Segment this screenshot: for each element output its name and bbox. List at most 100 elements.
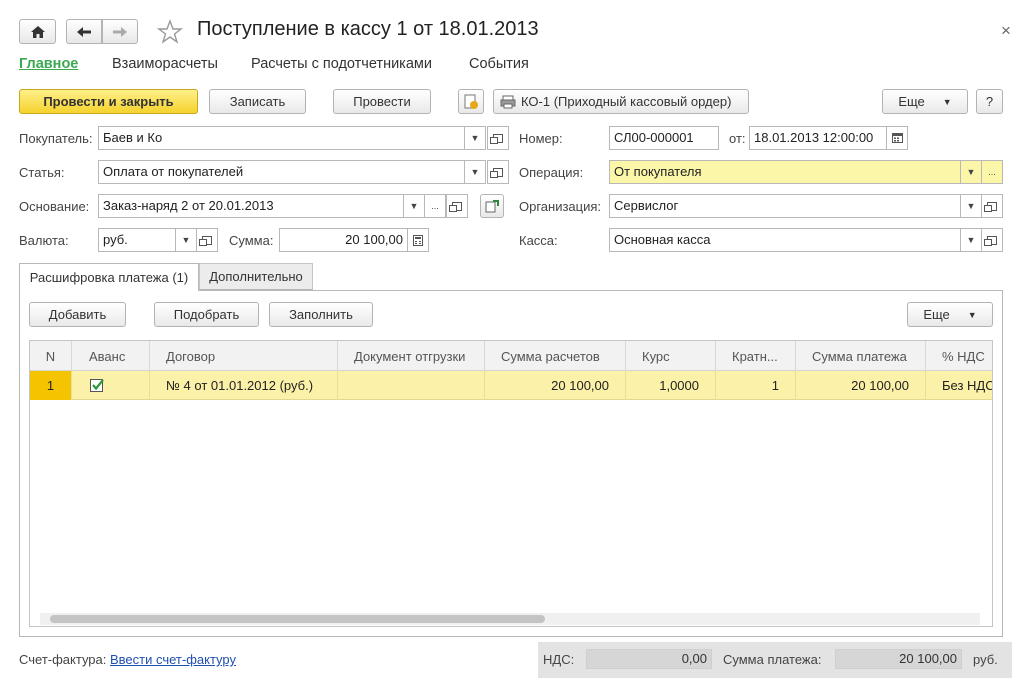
col-shipment-doc[interactable]: Документ отгрузки bbox=[338, 341, 485, 371]
operation-select[interactable]: ... bbox=[981, 160, 1003, 184]
article-dropdown[interactable]: ▼ bbox=[464, 160, 486, 184]
calendar-icon bbox=[891, 133, 903, 143]
organization-field[interactable]: Сервислог bbox=[609, 194, 961, 218]
add-row-button[interactable]: Добавить bbox=[29, 302, 126, 327]
operation-field[interactable]: От покупателя bbox=[609, 160, 961, 184]
buyer-open[interactable] bbox=[487, 126, 509, 150]
cash-open[interactable] bbox=[981, 228, 1003, 252]
pick-button[interactable]: Подобрать bbox=[154, 302, 259, 327]
operation-dropdown[interactable]: ▼ bbox=[960, 160, 982, 184]
col-contract[interactable]: Договор bbox=[150, 341, 338, 371]
buyer-field[interactable]: Баев и Ко bbox=[98, 126, 465, 150]
tab-additional[interactable]: Дополнительно bbox=[199, 263, 313, 290]
more-button[interactable]: Еще ▼ bbox=[882, 89, 968, 114]
document-add-icon bbox=[464, 94, 478, 109]
organization-dropdown[interactable]: ▼ bbox=[960, 194, 982, 218]
vat-cell[interactable]: Без НДС bbox=[926, 371, 992, 400]
horizontal-scrollbar[interactable] bbox=[40, 613, 980, 625]
chevron-down-icon: ▼ bbox=[942, 96, 952, 107]
table-more-label: Еще bbox=[923, 307, 950, 322]
checkbox-checked-icon bbox=[90, 379, 104, 392]
tab-accountable[interactable]: Расчеты с подотчетниками bbox=[251, 56, 432, 72]
tab-payment-breakdown[interactable]: Расшифровка платежа (1) bbox=[19, 263, 199, 291]
cash-dropdown[interactable]: ▼ bbox=[960, 228, 982, 252]
fill-by-basis-button[interactable] bbox=[480, 194, 504, 218]
basis-open[interactable] bbox=[446, 194, 468, 218]
chevron-down-icon: ▼ bbox=[967, 309, 977, 320]
more-label: Еще bbox=[898, 94, 925, 109]
chevron-down-icon: ▼ bbox=[966, 167, 976, 177]
post-button[interactable]: Провести bbox=[333, 89, 431, 114]
open-icon bbox=[490, 133, 503, 144]
calculator-icon bbox=[413, 234, 423, 246]
chevron-down-icon: ▼ bbox=[966, 201, 976, 211]
cash-field[interactable]: Основная касса bbox=[609, 228, 961, 252]
basis-field[interactable]: Заказ-наряд 2 от 20.01.2013 bbox=[98, 194, 404, 218]
create-based-on-button[interactable] bbox=[458, 89, 484, 114]
sum-label: Сумма: bbox=[229, 233, 274, 248]
scrollbar-thumb[interactable] bbox=[50, 615, 545, 623]
invoice-link[interactable]: Ввести счет-фактуру bbox=[110, 652, 236, 667]
open-icon bbox=[199, 235, 212, 246]
payment-total-label: Сумма платежа: bbox=[723, 652, 822, 667]
basis-select[interactable]: ... bbox=[424, 194, 446, 218]
post-and-close-button[interactable]: Провести и закрыть bbox=[19, 89, 198, 114]
vat-total-label: НДС: bbox=[543, 652, 575, 667]
favorite-star-icon[interactable] bbox=[157, 19, 183, 44]
tab-settlements[interactable]: Взаиморасчеты bbox=[112, 56, 218, 72]
rate-cell[interactable]: 1,0000 bbox=[626, 371, 716, 400]
col-n[interactable]: N bbox=[30, 341, 72, 371]
col-payment-sum[interactable]: Сумма платежа bbox=[796, 341, 926, 371]
currency-dropdown[interactable]: ▼ bbox=[175, 228, 197, 252]
article-open[interactable] bbox=[487, 160, 509, 184]
close-icon[interactable]: × bbox=[1001, 21, 1011, 41]
tab-main[interactable]: Главное bbox=[19, 56, 78, 72]
table-row[interactable]: 1 № 4 от 01.01.2012 (руб.) 20 100,00 1,0… bbox=[30, 371, 992, 400]
print-ko1-label: КО-1 (Приходный кассовый ордер) bbox=[521, 94, 732, 109]
currency-open[interactable] bbox=[196, 228, 218, 252]
operation-label: Операция: bbox=[519, 165, 584, 180]
organization-open[interactable] bbox=[981, 194, 1003, 218]
sum-field[interactable]: 20 100,00 bbox=[279, 228, 408, 252]
print-ko1-button[interactable]: КО-1 (Приходный кассовый ордер) bbox=[493, 89, 749, 114]
settlement-sum-cell[interactable]: 20 100,00 bbox=[485, 371, 626, 400]
payment-total-currency: руб. bbox=[973, 652, 998, 667]
calculator-button[interactable] bbox=[407, 228, 429, 252]
home-button[interactable] bbox=[19, 19, 56, 44]
chevron-down-icon: ▼ bbox=[966, 235, 976, 245]
fill-button[interactable]: Заполнить bbox=[269, 302, 373, 327]
invoice-label: Счет-фактура: bbox=[19, 652, 107, 667]
article-field[interactable]: Оплата от покупателей bbox=[98, 160, 465, 184]
buyer-dropdown[interactable]: ▼ bbox=[464, 126, 486, 150]
number-field[interactable]: СЛ00-000001 bbox=[609, 126, 719, 150]
col-multiplicity[interactable]: Кратн... bbox=[716, 341, 796, 371]
basis-dropdown[interactable]: ▼ bbox=[403, 194, 425, 218]
col-rate[interactable]: Курс bbox=[626, 341, 716, 371]
page-title: Поступление в кассу 1 от 18.01.2013 bbox=[197, 18, 539, 40]
col-settlement-sum[interactable]: Сумма расчетов bbox=[485, 341, 626, 371]
arrow-right-icon bbox=[113, 26, 127, 37]
calendar-button[interactable] bbox=[886, 126, 908, 150]
forward-button[interactable] bbox=[102, 19, 138, 44]
table-more-button[interactable]: Еще ▼ bbox=[907, 302, 993, 327]
col-advance[interactable]: Аванс bbox=[72, 341, 150, 371]
currency-field[interactable]: руб. bbox=[98, 228, 176, 252]
advance-checkbox[interactable] bbox=[72, 371, 150, 400]
multiplicity-cell[interactable]: 1 bbox=[716, 371, 796, 400]
payment-table[interactable]: N Аванс Договор Документ отгрузки Сумма … bbox=[29, 340, 993, 627]
row-number: 1 bbox=[30, 371, 72, 400]
home-icon bbox=[30, 25, 45, 38]
contract-cell[interactable]: № 4 от 01.01.2012 (руб.) bbox=[150, 371, 338, 400]
help-button[interactable]: ? bbox=[976, 89, 1003, 114]
back-button[interactable] bbox=[66, 19, 102, 44]
save-button[interactable]: Записать bbox=[209, 89, 306, 114]
payment-sum-cell[interactable]: 20 100,00 bbox=[796, 371, 926, 400]
date-label: от: bbox=[729, 131, 746, 146]
tab-events[interactable]: События bbox=[469, 56, 529, 72]
chevron-down-icon: ▼ bbox=[181, 235, 191, 245]
chevron-down-icon: ▼ bbox=[470, 167, 480, 177]
date-field[interactable]: 18.01.2013 12:00:00 bbox=[749, 126, 887, 150]
col-vat[interactable]: % НДС bbox=[926, 341, 992, 371]
article-label: Статья: bbox=[19, 165, 65, 180]
shipment-doc-cell[interactable] bbox=[338, 371, 485, 400]
